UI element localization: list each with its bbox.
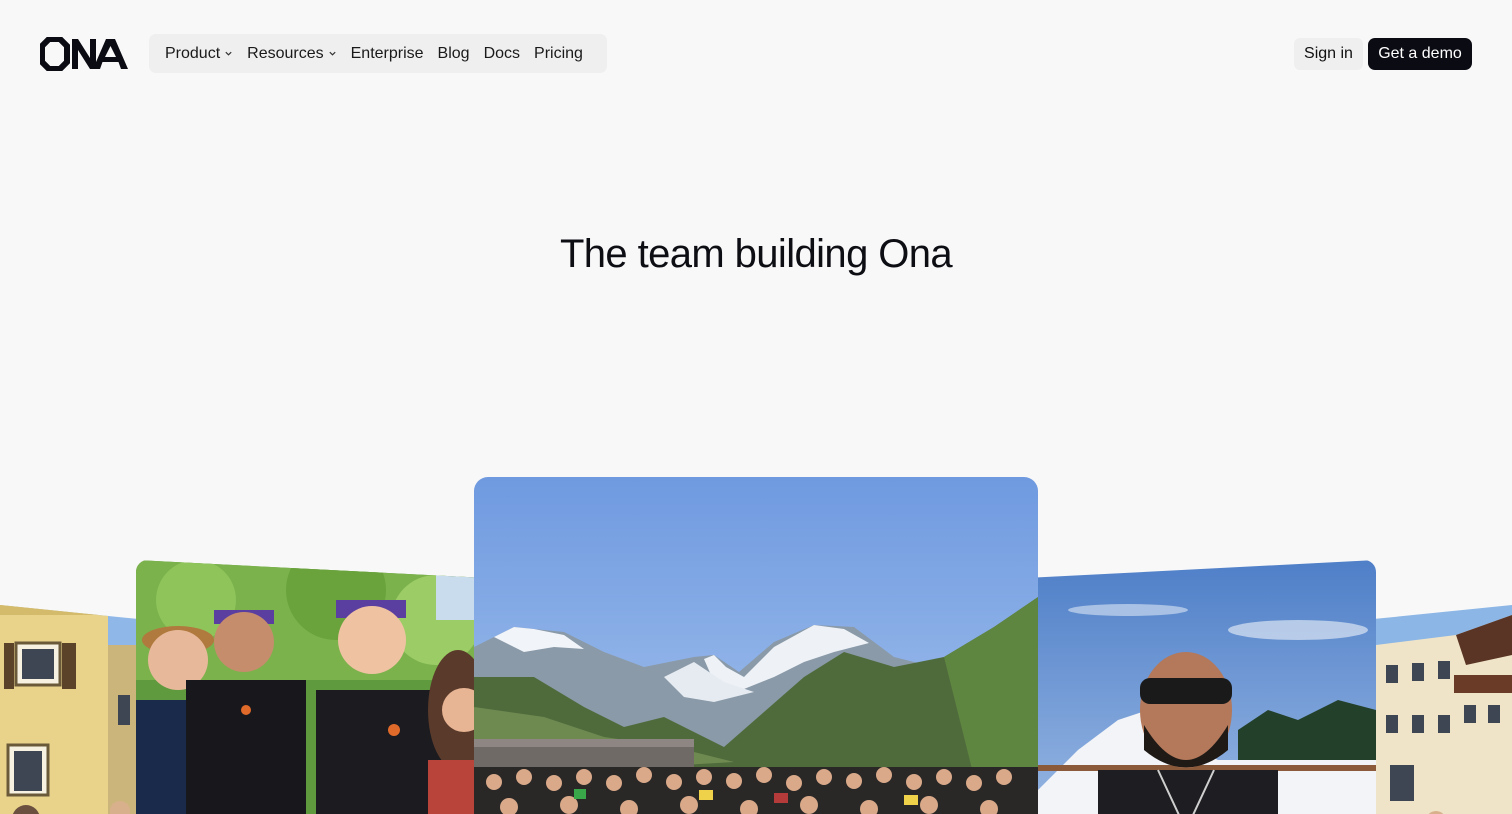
logo-mark-icon [39, 36, 128, 72]
gallery-photo-building [0, 605, 136, 814]
nav-item-enterprise[interactable]: Enterprise [351, 45, 424, 63]
chevron-down-icon [329, 51, 336, 56]
nav-item-label: Blog [437, 44, 470, 62]
nav-item-label: Pricing [534, 44, 583, 62]
gallery-photo-village [1376, 605, 1512, 814]
nav-item-docs[interactable]: Docs [484, 45, 520, 63]
village-photo-icon [1376, 605, 1512, 814]
ski-selfie-photo-icon [1038, 560, 1376, 814]
nav-item-pricing[interactable]: Pricing [534, 45, 583, 63]
nav-item-product[interactable]: Product [165, 45, 233, 63]
gallery-photo-team-selfie [136, 560, 474, 814]
gallery-photo-mountain-group [474, 477, 1038, 814]
nav-item-label: Enterprise [350, 44, 424, 62]
gallery-photo-ski-selfie [1038, 560, 1376, 814]
nav-item-label: Resources [247, 44, 324, 62]
main-nav: Product Resources Enterprise Blog Docs P… [149, 34, 607, 73]
nav-item-label: Product [165, 44, 221, 62]
ona-logo[interactable] [39, 36, 130, 72]
nav-item-label: Docs [483, 44, 521, 62]
chevron-down-icon [225, 51, 232, 56]
get-demo-button[interactable]: Get a demo [1368, 38, 1472, 70]
page: Product Resources Enterprise Blog Docs P… [0, 0, 1512, 814]
building-photo-icon [0, 605, 136, 814]
team-selfie-photo-icon [136, 560, 474, 814]
nav-item-blog[interactable]: Blog [438, 45, 470, 63]
sign-in-button[interactable]: Sign in [1294, 38, 1363, 70]
mountain-group-photo-icon [474, 477, 1038, 814]
page-title: The team building Ona [559, 232, 953, 276]
nav-item-resources[interactable]: Resources [247, 45, 336, 63]
